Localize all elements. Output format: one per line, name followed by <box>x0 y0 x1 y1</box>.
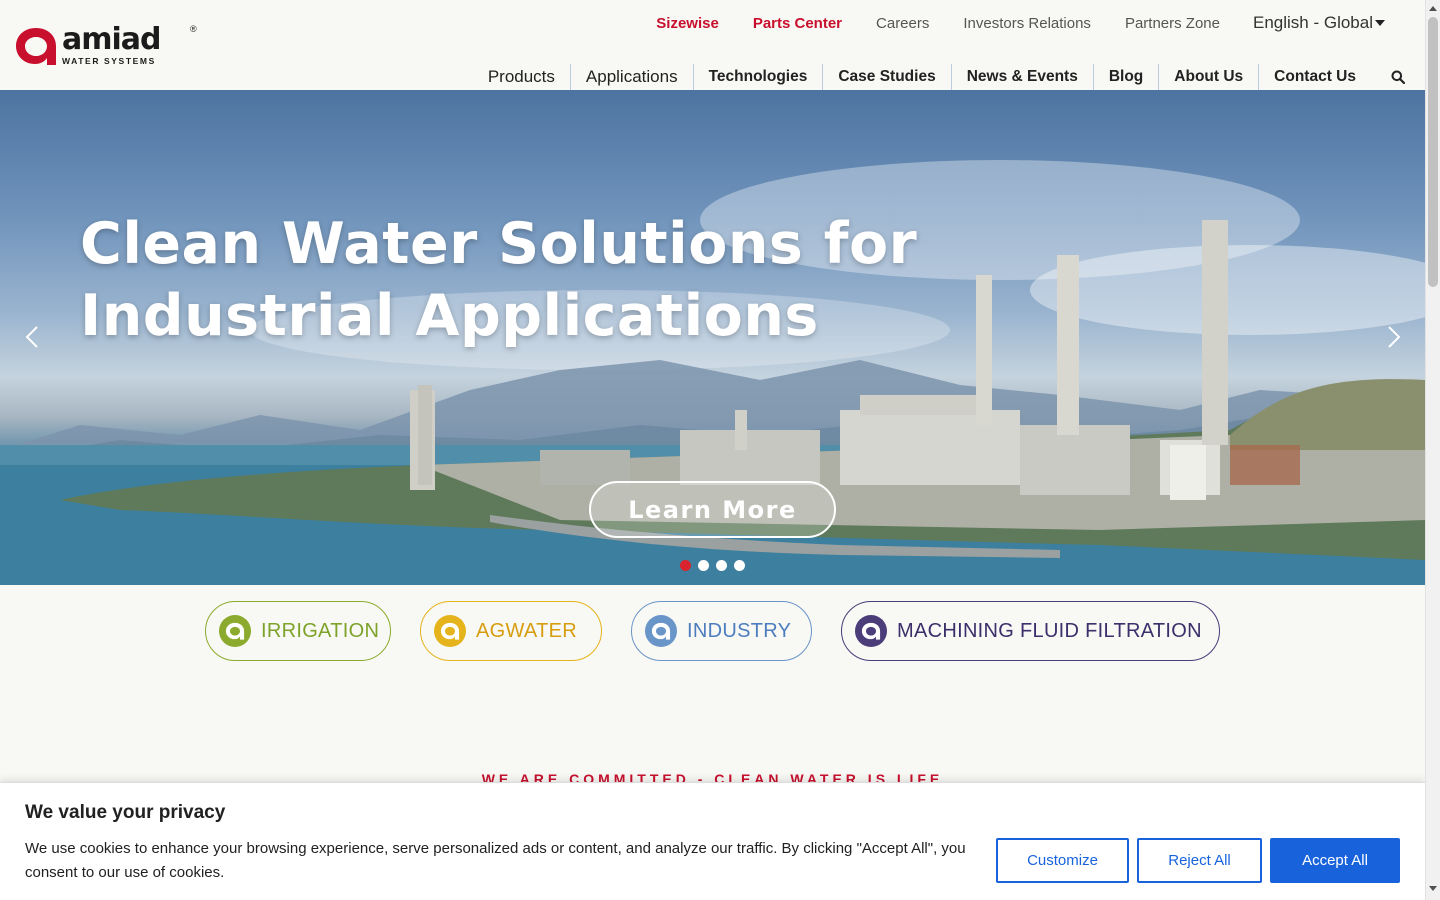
search-button[interactable] <box>1371 64 1405 90</box>
registered-mark: ® <box>190 24 197 34</box>
learn-more-button[interactable]: Learn More <box>589 481 836 538</box>
chevron-right-icon <box>1388 326 1401 348</box>
carousel-dot-3[interactable] <box>716 560 727 571</box>
nav-news-events[interactable]: News & Events <box>950 64 1093 90</box>
language-selector[interactable]: English - Global <box>1253 13 1385 33</box>
amiad-logo-icon <box>855 615 887 647</box>
utility-nav: Sizewise Parts Center Careers Investors … <box>622 12 1385 34</box>
parts-center-link[interactable]: Parts Center <box>753 15 842 32</box>
nav-products[interactable]: Products <box>488 64 570 90</box>
amiad-logo-icon <box>16 28 56 65</box>
site-header: amiad WATER SYSTEMS ® Sizewise Parts Cen… <box>0 0 1425 90</box>
sizewise-link[interactable]: Sizewise <box>656 15 719 32</box>
nav-about-us[interactable]: About Us <box>1158 64 1258 90</box>
cookie-consent-banner: We value your privacy We use cookies to … <box>0 782 1425 900</box>
category-label: MACHINING FLUID FILTRATION <box>897 619 1202 642</box>
search-icon <box>1391 70 1405 84</box>
partners-zone-link[interactable]: Partners Zone <box>1125 15 1220 32</box>
hero-carousel: Clean Water Solutions for Industrial App… <box>0 90 1425 585</box>
category-label: INDUSTRY <box>687 619 792 642</box>
category-label: IRRIGATION <box>261 619 380 642</box>
scroll-down-arrow[interactable] <box>1429 886 1437 891</box>
amiad-logo-icon <box>219 615 251 647</box>
accept-all-button[interactable]: Accept All <box>1270 838 1400 883</box>
language-label: English - Global <box>1252 13 1373 32</box>
category-links: IRRIGATION AGWATER INDUSTRY MACHINING FL… <box>0 601 1425 661</box>
nav-case-studies[interactable]: Case Studies <box>822 64 950 90</box>
carousel-prev-button[interactable] <box>20 325 44 349</box>
scroll-thumb[interactable] <box>1428 17 1438 287</box>
scroll-up-arrow[interactable] <box>1429 6 1437 11</box>
category-machining-fluid-filtration-button[interactable]: MACHINING FLUID FILTRATION <box>841 601 1220 661</box>
category-industry-button[interactable]: INDUSTRY <box>631 601 812 661</box>
hero-title-line-1: Clean Water Solutions for <box>80 211 918 277</box>
nav-contact-us[interactable]: Contact Us <box>1258 64 1371 90</box>
category-agwater-button[interactable]: AGWATER <box>420 601 602 661</box>
logo-tagline: WATER SYSTEMS <box>62 56 156 66</box>
investors-relations-link[interactable]: Investors Relations <box>963 15 1091 32</box>
category-label: AGWATER <box>476 619 577 642</box>
carousel-next-button[interactable] <box>1382 325 1406 349</box>
amiad-logo[interactable]: amiad WATER SYSTEMS ® <box>14 22 197 68</box>
caret-down-icon <box>1375 20 1385 26</box>
customize-button[interactable]: Customize <box>996 838 1129 883</box>
category-irrigation-button[interactable]: IRRIGATION <box>205 601 391 661</box>
logo-wordmark: amiad WATER SYSTEMS <box>62 22 162 67</box>
chevron-left-icon <box>25 326 38 348</box>
hero-title-line-2: Industrial Applications <box>80 283 819 349</box>
nav-technologies[interactable]: Technologies <box>692 64 823 90</box>
nav-blog[interactable]: Blog <box>1092 64 1158 90</box>
logo-name: amiad <box>62 22 162 57</box>
carousel-dot-1[interactable] <box>680 560 691 571</box>
reject-all-button[interactable]: Reject All <box>1137 838 1262 883</box>
nav-applications[interactable]: Applications <box>569 64 693 90</box>
cookie-description: We use cookies to enhance your browsing … <box>25 840 966 881</box>
page-scrollbar[interactable] <box>1425 0 1440 900</box>
carousel-dot-4[interactable] <box>734 560 745 571</box>
amiad-logo-icon <box>645 615 677 647</box>
carousel-pagination <box>680 560 752 571</box>
cookie-title: We value your privacy <box>25 802 226 823</box>
main-nav: Products Applications Technologies Case … <box>488 64 1405 90</box>
amiad-logo-icon <box>434 615 466 647</box>
careers-link[interactable]: Careers <box>876 15 929 32</box>
hero-title: Clean Water Solutions for Industrial App… <box>80 208 980 352</box>
carousel-dot-2[interactable] <box>698 560 709 571</box>
